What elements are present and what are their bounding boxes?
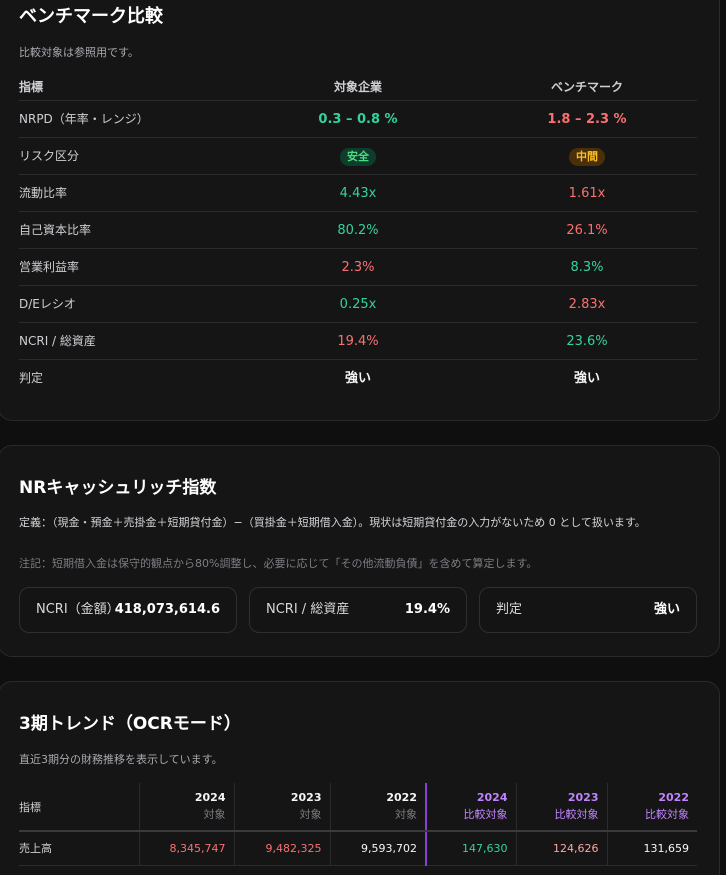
- benchmark-title: ベンチマーク比較: [19, 6, 163, 27]
- benchmark-value: 26.1%: [566, 223, 608, 238]
- ncri-definition: 定義：（現金・預金＋売掛金＋短期貸付金）−（買掛金＋短期借入金）。現状は短期貸付…: [19, 516, 646, 529]
- metric-label: 自己資本比率: [19, 223, 92, 237]
- metric-label: 判定: [19, 371, 44, 385]
- trend-table: 指標 2024 対象 2023 対象 2022 対象 2024 比較対象 2023 比較対…: [19, 783, 697, 866]
- table-row: 自己資本比率 80.2% 26.1%: [19, 211, 697, 248]
- kpi-label: 判定: [496, 602, 523, 617]
- column-header-metric: 指標: [19, 783, 139, 832]
- kpi-label: NCRI / 総資産: [266, 602, 350, 617]
- table-row: NCRI / 総資産 19.4% 23.6%: [19, 322, 697, 359]
- column-header: 2022 対象: [329, 783, 426, 832]
- target-value: 0.3 – 0.8 %: [318, 112, 398, 127]
- ncri-card: NRキャッシュリッチ指数 定義：（現金・預金＋売掛金＋短期貸付金）−（買掛金＋短…: [0, 445, 720, 657]
- kpi-ncri-amount: NCRI（金額） 418,073,614.6: [19, 587, 237, 633]
- benchmark-value: 1.61x: [568, 186, 606, 201]
- table-cell: 147,630: [425, 831, 516, 866]
- kpi-value: 強い: [653, 602, 680, 617]
- benchmark-subtitle: 比較対象は参照用です。: [19, 46, 139, 59]
- trend-card: 3期トレンド（OCRモード） 直近3期分の財務推移を表示しています。 指標 20…: [0, 681, 720, 875]
- table-cell: 8,345,747: [138, 831, 234, 866]
- column-header: 2023 比較対象: [515, 783, 607, 832]
- metric-label: NCRI / 総資産: [19, 334, 96, 348]
- benchmark-value: 8.3%: [570, 260, 604, 275]
- kpi-value: 19.4%: [404, 602, 450, 617]
- target-value: 19.4%: [337, 334, 379, 349]
- table-cell: 131,659: [606, 831, 697, 866]
- table-row: 売上高 8,345,747 9,482,325 9,593,702 147,63…: [19, 831, 697, 866]
- table-cell: 9,482,325: [233, 831, 330, 866]
- ncri-note: 注記：短期借入金は保守的観点から80%調整し、必要に応じて「その他流動負債」を含…: [19, 557, 538, 570]
- table-row: NRPD（年率・レンジ） 0.3 – 0.8 % 1.8 – 2.3 %: [19, 100, 697, 137]
- trend-subtitle: 直近3期分の財務推移を表示しています。: [19, 753, 223, 766]
- target-value: 80.2%: [337, 223, 379, 238]
- table-row: 流動比率 4.43x 1.61x: [19, 174, 697, 211]
- risk-badge-target: 安全: [340, 147, 376, 166]
- benchmark-value: 強い: [573, 371, 600, 386]
- target-value: 4.43x: [339, 186, 377, 201]
- column-header: 2024 対象: [138, 783, 234, 832]
- table-row: 判定 強い 強い: [19, 359, 697, 396]
- metric-label: D/Eレシオ: [19, 297, 76, 311]
- benchmark-value: 1.8 – 2.3 %: [547, 112, 627, 127]
- table-row: D/Eレシオ 0.25x 2.83x: [19, 285, 697, 322]
- column-header: 2024 比較対象: [425, 783, 516, 832]
- kpi-label: NCRI（金額）: [36, 602, 120, 617]
- column-header-metric: 指標: [19, 80, 44, 94]
- metric-label: 営業利益率: [19, 260, 80, 274]
- trend-title: 3期トレンド（OCRモード）: [19, 714, 241, 734]
- benchmark-value: 2.83x: [568, 297, 606, 312]
- column-header: 2023 対象: [233, 783, 330, 832]
- benchmark-header-row: 指標 対象企業 ベンチマーク: [19, 72, 697, 100]
- metric-label: NRPD（年率・レンジ）: [19, 112, 149, 126]
- column-header-benchmark: ベンチマーク: [550, 80, 623, 94]
- kpi-ncri-ratio: NCRI / 総資産 19.4%: [249, 587, 467, 633]
- metric-label: 売上高: [19, 831, 139, 866]
- metric-label: リスク区分: [19, 149, 80, 163]
- column-header: 2022 比較対象: [606, 783, 697, 832]
- table-row: 営業利益率 2.3% 8.3%: [19, 248, 697, 285]
- ncri-title: NRキャッシュリッチ指数: [19, 478, 217, 498]
- trend-header-row: 指標 2024 対象 2023 対象 2022 対象 2024 比較対象 2023 比較対…: [19, 783, 697, 832]
- target-value: 0.25x: [339, 297, 377, 312]
- risk-badge-benchmark: 中間: [569, 147, 605, 166]
- target-value: 2.3%: [341, 260, 375, 275]
- benchmark-card: ベンチマーク比較 比較対象は参照用です。 指標 対象企業 ベンチマーク NRPD…: [0, 0, 720, 421]
- table-cell: 124,626: [515, 831, 607, 866]
- benchmark-value: 23.6%: [566, 334, 608, 349]
- table-row: リスク区分 安全 中間: [19, 137, 697, 174]
- table-cell: 9,593,702: [329, 831, 426, 866]
- column-header-target: 対象企業: [333, 80, 382, 94]
- target-value: 強い: [344, 371, 371, 386]
- kpi-value: 418,073,614.6: [114, 602, 220, 617]
- metric-label: 流動比率: [19, 186, 68, 200]
- kpi-judgement: 判定 強い: [479, 587, 697, 633]
